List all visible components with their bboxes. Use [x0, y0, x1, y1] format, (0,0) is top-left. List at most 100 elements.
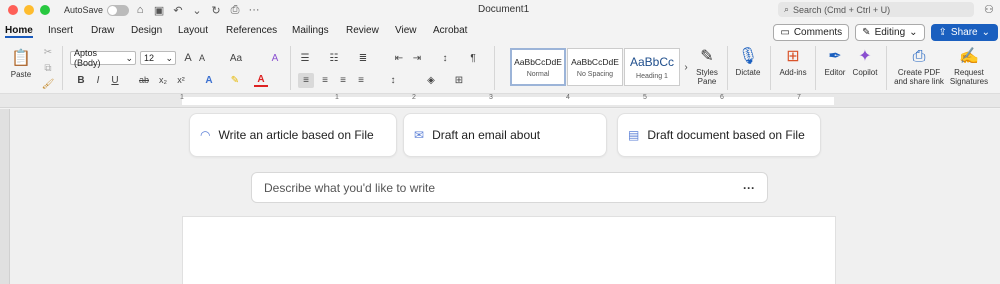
- copilot-button[interactable]: ✦ Copilot: [850, 46, 880, 77]
- ruler-number: 5: [643, 94, 647, 101]
- dictate-label: Dictate: [735, 68, 761, 77]
- addins-button[interactable]: ⊞ Add-ins: [776, 46, 810, 77]
- underline-button[interactable]: U: [110, 73, 120, 87]
- search-icon: ⌕: [784, 4, 790, 14]
- line-spacing-icon[interactable]: ↕: [386, 73, 400, 87]
- tab-draw[interactable]: Draw: [91, 25, 114, 36]
- comments-button[interactable]: ▭ Comments: [773, 24, 850, 41]
- request-signatures-label: Request Signatures: [949, 68, 989, 86]
- document-icon: ▤: [628, 128, 640, 142]
- print-icon[interactable]: ⎙: [227, 2, 243, 18]
- search-box[interactable]: ⌕ Search (Cmd + Ctrl + U): [778, 2, 974, 17]
- tab-design[interactable]: Design: [131, 25, 162, 36]
- styles-pane-button[interactable]: ✎ Styles Pane: [692, 46, 722, 86]
- style-no-spacing[interactable]: AaBbCcDdE No Spacing: [567, 48, 623, 86]
- title-bar: AutoSave ⌂ ▣ ↶ ⌄ ↻ ⎙ ··· Document1 ⌕ Sea…: [0, 0, 1000, 20]
- document-canvas: ◠ Write an article based on File ✉ Draft…: [0, 109, 1000, 284]
- editor-label: Editor: [824, 68, 846, 77]
- change-case-button[interactable]: Aa: [229, 51, 243, 65]
- strikethrough-button[interactable]: ab: [137, 73, 151, 87]
- clear-formatting-icon[interactable]: A: [268, 51, 282, 65]
- ruler-number: 7: [797, 94, 801, 101]
- sort-icon[interactable]: ↕: [438, 51, 452, 65]
- tab-view[interactable]: View: [395, 25, 417, 36]
- share-button[interactable]: ⇪ Share ⌄: [930, 24, 998, 41]
- style-name: Heading 1: [636, 72, 668, 80]
- highlight-icon[interactable]: ✎: [228, 73, 242, 87]
- zoom-window-button[interactable]: [40, 5, 50, 15]
- copy-icon[interactable]: ⧉: [42, 62, 54, 74]
- shrink-font-button[interactable]: A: [196, 51, 208, 65]
- format-painter-icon[interactable]: 🖌: [42, 78, 55, 90]
- align-center-icon[interactable]: ≡: [318, 73, 332, 87]
- describe-input[interactable]: Describe what you'd like to write ···: [251, 172, 768, 203]
- tab-references[interactable]: References: [226, 25, 277, 36]
- superscript-button[interactable]: x²: [175, 73, 187, 87]
- more-options-button[interactable]: ···: [743, 181, 755, 195]
- close-window-button[interactable]: [8, 5, 18, 15]
- email-icon: ✉: [414, 128, 425, 142]
- tab-layout[interactable]: Layout: [178, 25, 208, 36]
- dictate-button[interactable]: 🎙 Dictate: [733, 46, 763, 77]
- redo-icon[interactable]: ↻: [208, 2, 224, 18]
- suggestion-draft-email[interactable]: ✉ Draft an email about: [403, 113, 607, 157]
- style-heading-1[interactable]: AaBbCc Heading 1: [624, 48, 680, 86]
- ribbon: 📋 Paste ✂ ⧉ 🖌 Aptos (Body) ⌄ 12 ⌄ A A Aa…: [0, 42, 1000, 94]
- suggestion-write-article[interactable]: ◠ Write an article based on File: [189, 113, 397, 157]
- suggestion-draft-document[interactable]: ▤ Draft document based on File: [617, 113, 821, 157]
- multilevel-list-icon[interactable]: ≣: [356, 51, 370, 65]
- chevron-down-icon: ⌄: [909, 27, 918, 38]
- paste-button[interactable]: 📋 Paste: [6, 48, 36, 79]
- divider: [886, 46, 887, 90]
- bullets-icon[interactable]: ☰: [298, 51, 312, 65]
- horizontal-ruler[interactable]: 1 1 2 3 4 5 6 7: [0, 94, 1000, 108]
- ruler-number: 1: [335, 94, 339, 101]
- font-color-icon[interactable]: A: [254, 73, 268, 87]
- create-pdf-button[interactable]: ⎙ Create PDF and share link: [892, 46, 946, 86]
- divider: [290, 46, 291, 90]
- autosave-label: AutoSave: [64, 5, 104, 15]
- home-icon[interactable]: ⌂: [132, 2, 148, 18]
- tab-review[interactable]: Review: [346, 25, 379, 36]
- save-icon[interactable]: ▣: [151, 2, 167, 18]
- font-size-select[interactable]: 12 ⌄: [140, 51, 176, 65]
- show-marks-icon[interactable]: ¶: [466, 51, 480, 65]
- editing-mode-button[interactable]: ✎ Editing ⌄: [855, 24, 925, 41]
- borders-icon[interactable]: ⊞: [452, 73, 466, 87]
- chevron-right-icon[interactable]: ›: [682, 60, 690, 74]
- more-icon[interactable]: ···: [246, 2, 262, 18]
- subscript-button[interactable]: x₂: [157, 73, 169, 87]
- request-signatures-button[interactable]: ✍ Request Signatures: [948, 46, 990, 86]
- divider: [62, 46, 63, 90]
- shading-icon[interactable]: ◈: [424, 73, 438, 87]
- clipboard-icon: 📋: [11, 50, 31, 67]
- styles-pane-icon: ✎: [700, 48, 714, 65]
- font-name-select[interactable]: Aptos (Body) ⌄: [70, 48, 136, 68]
- decrease-indent-icon[interactable]: ⇤: [392, 51, 406, 65]
- align-right-icon[interactable]: ≡: [336, 73, 350, 87]
- window-controls: [8, 5, 50, 15]
- grow-font-button[interactable]: A: [182, 51, 194, 65]
- undo-icon[interactable]: ↶: [170, 2, 186, 18]
- style-normal[interactable]: AaBbCcDdE Normal: [510, 48, 566, 86]
- minimize-window-button[interactable]: [24, 5, 34, 15]
- numbering-icon[interactable]: ☷: [327, 51, 341, 65]
- align-left-icon[interactable]: ≡: [298, 73, 314, 88]
- justify-icon[interactable]: ≡: [354, 73, 368, 87]
- vertical-ruler: [0, 109, 10, 284]
- text-effects-icon[interactable]: A: [202, 73, 216, 87]
- italic-button[interactable]: I: [93, 73, 103, 87]
- cut-icon[interactable]: ✂: [42, 46, 54, 58]
- tab-insert[interactable]: Insert: [48, 25, 73, 36]
- increase-indent-icon[interactable]: ⇥: [410, 51, 424, 65]
- suggestion-label: Write an article based on File: [218, 128, 374, 142]
- tab-acrobat[interactable]: Acrobat: [433, 25, 467, 36]
- document-page[interactable]: [182, 216, 836, 284]
- editor-button[interactable]: ✒ Editor: [820, 46, 850, 77]
- bold-button[interactable]: B: [76, 73, 86, 87]
- people-icon[interactable]: ⚇: [984, 3, 994, 16]
- autosave-toggle[interactable]: [107, 4, 130, 16]
- tab-mailings[interactable]: Mailings: [292, 25, 329, 36]
- tab-home[interactable]: Home: [5, 25, 33, 38]
- chevron-down-icon[interactable]: ⌄: [189, 2, 205, 18]
